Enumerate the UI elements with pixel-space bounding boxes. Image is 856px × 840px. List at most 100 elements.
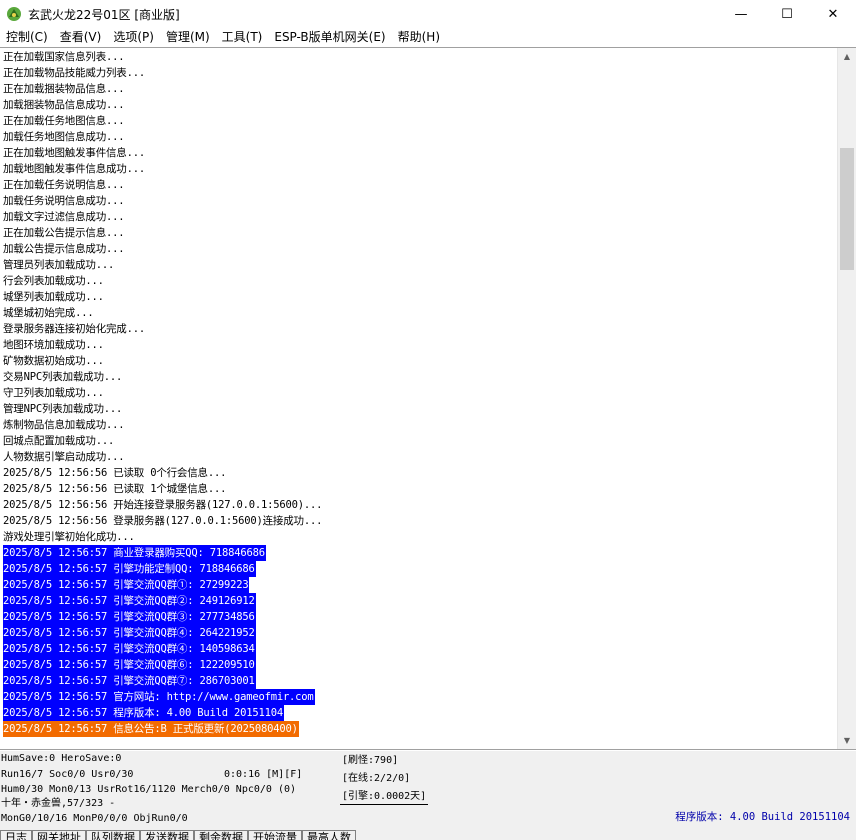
log-line: 加载文字过滤信息成功...	[3, 209, 834, 225]
log-line-text: 地图环境加载成功...	[3, 339, 104, 351]
log-line: 管理员列表加载成功...	[3, 257, 834, 273]
menu-tools[interactable]: 工具(T)	[216, 28, 269, 46]
log-line-text: 2025/8/5 12:56:57 程序版本: 4.00 Build 20151…	[3, 705, 284, 721]
log-line: 2025/8/5 12:56:57 商业登录器购买QQ: 718846686	[3, 545, 834, 561]
log-line: 2025/8/5 12:56:57 引擎交流QQ群①: 27299223	[3, 577, 834, 593]
version-label: 程序版本: 4.00 Build 20151104	[675, 811, 850, 823]
log-line-text: 2025/8/5 12:56:57 引擎交流QQ群①: 27299223	[3, 577, 250, 593]
log-line-text: 2025/8/5 12:56:57 引擎交流QQ群④: 140598634	[3, 641, 256, 657]
log-line-text: 正在加载国家信息列表...	[3, 51, 125, 63]
menu-control[interactable]: 控制(C)	[0, 28, 54, 46]
log-line-text: 加载捆装物品信息成功...	[3, 99, 125, 111]
log-line: 2025/8/5 12:56:57 引擎交流QQ群②: 249126912	[3, 593, 834, 609]
log-line-text: 人物数据引擎启动成功...	[3, 451, 125, 463]
log-line-text: 矿物数据初始成功...	[3, 355, 104, 367]
close-button[interactable]: ✕	[810, 0, 856, 28]
log-line: 城堡列表加载成功...	[3, 289, 834, 305]
scroll-down-icon[interactable]: ▼	[838, 732, 856, 749]
dragon-icon	[7, 7, 21, 21]
log-line: 加载公告提示信息成功...	[3, 241, 834, 257]
log-line: 2025/8/5 12:56:57 程序版本: 4.00 Build 20151…	[3, 705, 834, 721]
log-line: 2025/8/5 12:56:56 已读取 0个行会信息...	[3, 465, 834, 481]
minimize-button[interactable]: —	[718, 0, 764, 28]
log-line: 行会列表加载成功...	[3, 273, 834, 289]
bottom-tabs: 日志 网关地址 队列数据 发送数据 剩余数据 开始流量 最高人数	[0, 830, 856, 840]
log-line-text: 2025/8/5 12:56:56 已读取 0个行会信息...	[3, 467, 227, 479]
status-mong: MonG0/10/16 MonP0/0/0 ObjRun0/0	[1, 813, 188, 824]
log-list: 正在加载国家信息列表... 正在加载物品技能威力列表... 正在加载捆装物品信息..…	[3, 49, 834, 749]
menu-manage[interactable]: 管理(M)	[160, 28, 216, 46]
tab-max-users[interactable]: 最高人数	[302, 830, 356, 840]
log-line-text: 管理NPC列表加载成功...	[3, 403, 123, 415]
log-line: 2025/8/5 12:56:56 开始连接登录服务器(127.0.0.1:56…	[3, 497, 834, 513]
log-line-text: 加载公告提示信息成功...	[3, 243, 125, 255]
log-line-text: 城堡城初始完成...	[3, 307, 94, 319]
log-line: 正在加载地图触发事件信息...	[3, 145, 834, 161]
log-line-text: 正在加载地图触发事件信息...	[3, 147, 145, 159]
tab-remaining-data[interactable]: 剩余数据	[194, 830, 248, 840]
vertical-scrollbar[interactable]: ▲ ▼	[837, 48, 856, 749]
menu-view[interactable]: 查看(V)	[54, 28, 108, 46]
log-line: 加载地图触发事件信息成功...	[3, 161, 834, 177]
log-line: 加载任务地图信息成功...	[3, 129, 834, 145]
tab-queue-data[interactable]: 队列数据	[86, 830, 140, 840]
status-monster: 十年・赤金兽,57/323 -	[1, 798, 116, 809]
log-line-text: 2025/8/5 12:56:56 登录服务器(127.0.0.1:5600)连…	[3, 515, 323, 527]
menu-options[interactable]: 选项(P)	[107, 28, 160, 46]
log-line-text: 城堡列表加载成功...	[3, 291, 104, 303]
menu-bar: 控制(C) 查看(V) 选项(P) 管理(M) 工具(T) ESP-B版单机网关…	[0, 28, 856, 46]
log-line-text: 回城点配置加载成功...	[3, 435, 115, 447]
log-line: 正在加载国家信息列表...	[3, 49, 834, 65]
log-panel[interactable]: 正在加载国家信息列表... 正在加载物品技能威力列表... 正在加载捆装物品信息..…	[0, 47, 856, 750]
log-line-text: 正在加载任务地图信息...	[3, 115, 125, 127]
log-line: 登录服务器连接初始化完成...	[3, 321, 834, 337]
log-line: 2025/8/5 12:56:56 登录服务器(127.0.0.1:5600)连…	[3, 513, 834, 529]
tab-start-traffic[interactable]: 开始流量	[248, 830, 302, 840]
tab-gateway-address[interactable]: 网关地址	[32, 830, 86, 840]
log-line-text: 加载任务地图信息成功...	[3, 131, 125, 143]
log-line-text: 2025/8/5 12:56:57 引擎功能定制QQ: 718846686	[3, 561, 256, 577]
log-line: 地图环境加载成功...	[3, 337, 834, 353]
engine-uptime: [引擎:0.0002天]	[340, 790, 429, 805]
log-line: 交易NPC列表加载成功...	[3, 369, 834, 385]
log-line-text: 2025/8/5 12:56:57 引擎交流QQ群⑦: 286703001	[3, 673, 256, 689]
tab-send-data[interactable]: 发送数据	[140, 830, 194, 840]
log-line: 游戏处理引擎初始化成功...	[3, 529, 834, 545]
log-line-text: 2025/8/5 12:56:57 信息公告:B 正式版更新(202508040…	[3, 721, 299, 737]
tab-log[interactable]: 日志	[0, 830, 32, 840]
window-title: 玄武火龙22号01区 [商业版]	[28, 7, 180, 22]
scroll-thumb[interactable]	[840, 148, 854, 270]
log-line-text: 2025/8/5 12:56:57 引擎交流QQ群③: 277734856	[3, 609, 256, 625]
status-run: Run16/7 Soc0/0 Usr0/30	[1, 769, 134, 780]
status-hum: Hum0/30 Mon0/13 UsrRot16/1120 Merch0/0 N…	[1, 784, 297, 795]
log-line: 回城点配置加载成功...	[3, 433, 834, 449]
menu-help[interactable]: 帮助(H)	[392, 28, 446, 46]
scroll-up-icon[interactable]: ▲	[838, 48, 856, 65]
log-line-text: 2025/8/5 12:56:57 商业登录器购买QQ: 718846686	[3, 545, 266, 561]
refresh-counter: [刷怪:790]	[342, 755, 399, 766]
log-line: 守卫列表加载成功...	[3, 385, 834, 401]
title-bar: 玄武火龙22号01区 [商业版] — ☐ ✕	[0, 0, 856, 28]
log-line-text: 登录服务器连接初始化完成...	[3, 323, 145, 335]
log-line: 2025/8/5 12:56:57 官方网站: http://www.gameo…	[3, 689, 834, 705]
log-line-text: 2025/8/5 12:56:57 引擎交流QQ群②: 249126912	[3, 593, 256, 609]
log-line-text: 行会列表加载成功...	[3, 275, 104, 287]
status-save: HumSave:0 HeroSave:0	[1, 753, 122, 764]
maximize-button[interactable]: ☐	[764, 0, 810, 28]
log-line-text: 炼制物品信息加载成功...	[3, 419, 125, 431]
log-line-text: 管理员列表加载成功...	[3, 259, 115, 271]
log-line: 2025/8/5 12:56:57 引擎交流QQ群⑦: 286703001	[3, 673, 834, 689]
log-line-text: 游戏处理引擎初始化成功...	[3, 531, 135, 543]
menu-gateway[interactable]: ESP-B版单机网关(E)	[268, 28, 391, 46]
log-line-text: 2025/8/5 12:56:57 引擎交流QQ群⑥: 122209510	[3, 657, 256, 673]
log-line: 正在加载任务说明信息...	[3, 177, 834, 193]
log-line: 2025/8/5 12:56:57 引擎交流QQ群④: 264221952	[3, 625, 834, 641]
log-line-text: 2025/8/5 12:56:57 官方网站: http://www.gameo…	[3, 689, 315, 705]
log-line-text: 2025/8/5 12:56:57 引擎交流QQ群④: 264221952	[3, 625, 256, 641]
log-line-text: 正在加载捆装物品信息...	[3, 83, 125, 95]
log-line: 加载任务说明信息成功...	[3, 193, 834, 209]
log-line: 2025/8/5 12:56:57 引擎功能定制QQ: 718846686	[3, 561, 834, 577]
log-line-text: 加载文字过滤信息成功...	[3, 211, 125, 223]
status-panel: HumSave:0 HeroSave:0 Run16/7 Soc0/0 Usr0…	[0, 751, 856, 831]
log-line: 2025/8/5 12:56:57 引擎交流QQ群③: 277734856	[3, 609, 834, 625]
